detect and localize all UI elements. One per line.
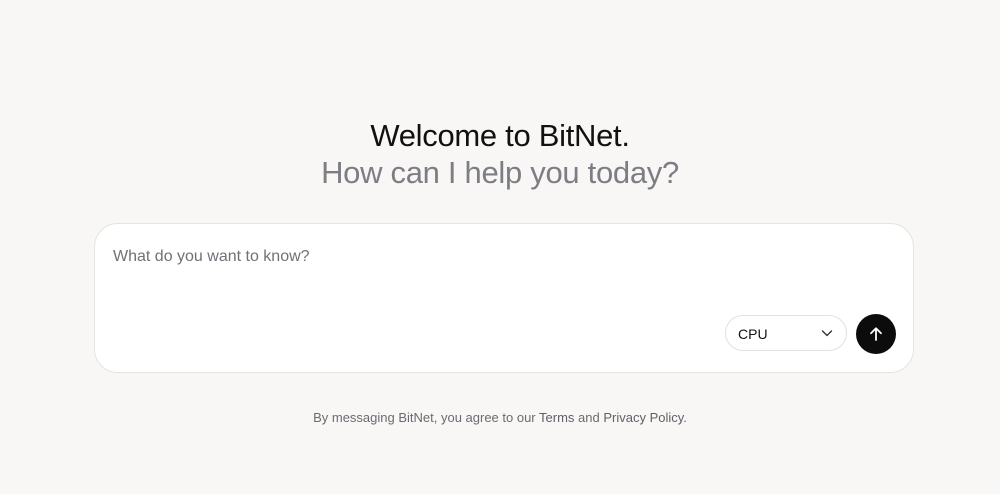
device-select-value: CPU <box>738 326 768 342</box>
arrow-up-icon <box>870 327 882 341</box>
chevron-down-icon <box>821 330 833 337</box>
legal-notice-prefix: By messaging BitNet, you agree to our <box>313 410 540 425</box>
privacy-policy-link[interactable]: Privacy Policy <box>603 410 683 425</box>
page-title: Welcome to BitNet. <box>370 118 630 153</box>
device-select[interactable]: CPU <box>725 315 847 351</box>
legal-notice-suffix: . <box>683 410 687 425</box>
terms-link[interactable]: Terms <box>539 410 574 425</box>
legal-notice: By messaging BitNet, you agree to our Te… <box>0 409 1000 427</box>
page-subtitle: How can I help you today? <box>321 155 679 190</box>
legal-notice-conjunction: and <box>574 410 604 425</box>
message-composer: CPU <box>94 223 914 373</box>
send-button[interactable] <box>856 314 896 354</box>
message-input[interactable] <box>113 246 893 326</box>
